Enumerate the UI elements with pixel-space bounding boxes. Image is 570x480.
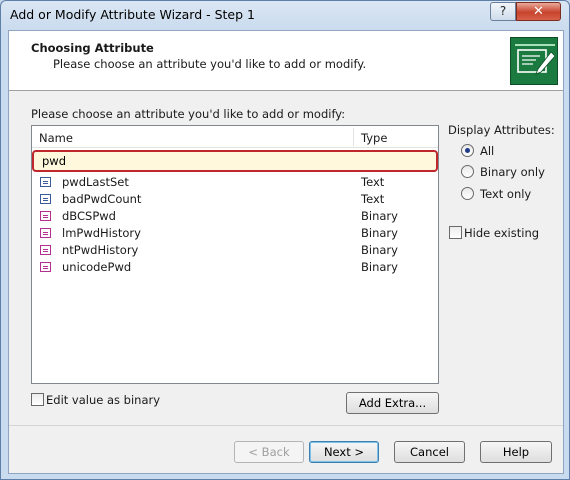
text-attribute-icon <box>40 194 51 204</box>
next-button[interactable]: Next > <box>309 441 379 463</box>
close-icon[interactable]: ✕ <box>516 2 561 21</box>
radio-label[interactable]: Binary only <box>480 165 545 179</box>
attribute-name: dBCSPwd <box>62 209 116 223</box>
cancel-button[interactable]: Cancel <box>394 441 465 463</box>
binary-attribute-icon <box>40 228 51 238</box>
help-button[interactable]: Help <box>480 441 552 463</box>
list-item[interactable]: pwdLastSet Text <box>32 174 438 191</box>
column-divider[interactable] <box>353 128 354 146</box>
wizard-window: Add or Modify Attribute Wizard - Step 1 … <box>0 0 570 480</box>
radio-label[interactable]: Text only <box>480 187 531 201</box>
attribute-type: Binary <box>361 243 398 257</box>
radio-button-selected[interactable] <box>461 144 474 157</box>
window-title: Add or Modify Attribute Wizard - Step 1 <box>10 7 255 22</box>
attribute-name: lmPwdHistory <box>62 226 141 240</box>
column-header-name[interactable]: Name <box>39 131 73 145</box>
radio-label[interactable]: All <box>480 144 494 158</box>
checkbox[interactable] <box>449 226 462 239</box>
binary-attribute-icon <box>40 211 51 221</box>
list-item[interactable]: dBCSPwd Binary <box>32 208 438 225</box>
checkbox[interactable] <box>31 393 44 406</box>
list-item[interactable]: badPwdCount Text <box>32 191 438 208</box>
page-title: Choosing Attribute <box>31 41 154 55</box>
column-header-type[interactable]: Type <box>361 131 387 145</box>
attribute-type: Binary <box>361 209 398 223</box>
checkbox-label[interactable]: Edit value as binary <box>46 393 160 407</box>
back-button[interactable]: < Back <box>234 441 304 463</box>
wizard-body: Choosing Attribute Please choose an attr… <box>8 30 564 474</box>
page-subtitle: Please choose an attribute you'd like to… <box>53 57 367 71</box>
radio-button[interactable] <box>461 187 474 200</box>
attribute-search-input[interactable] <box>32 150 438 172</box>
wizard-edit-icon <box>510 37 558 85</box>
attribute-type: Text <box>361 175 385 189</box>
radio-button[interactable] <box>461 165 474 178</box>
attribute-prompt: Please choose an attribute you'd like to… <box>31 107 346 121</box>
binary-attribute-icon <box>40 245 51 255</box>
wizard-header: Choosing Attribute Please choose an attr… <box>9 31 563 91</box>
footer-divider <box>9 425 563 426</box>
attribute-type: Binary <box>361 226 398 240</box>
list-item[interactable]: unicodePwd Binary <box>32 259 438 276</box>
attribute-name: pwdLastSet <box>62 175 129 189</box>
title-bar: Add or Modify Attribute Wizard - Step 1 … <box>1 1 569 29</box>
binary-attribute-icon <box>40 262 51 272</box>
list-item[interactable]: ntPwdHistory Binary <box>32 242 438 259</box>
help-icon[interactable]: ? <box>490 2 516 21</box>
attribute-type: Binary <box>361 260 398 274</box>
add-extra-button[interactable]: Add Extra... <box>346 392 439 414</box>
attribute-name: ntPwdHistory <box>62 243 139 257</box>
text-attribute-icon <box>40 177 51 187</box>
checkbox-label[interactable]: Hide existing <box>464 226 539 240</box>
attribute-type: Text <box>361 192 385 206</box>
attribute-list[interactable]: Name Type pwdLastSet Text badPwdCount Te… <box>31 125 439 384</box>
attribute-name: badPwdCount <box>62 192 142 206</box>
list-item[interactable]: lmPwdHistory Binary <box>32 225 438 242</box>
display-attributes-label: Display Attributes: <box>448 123 555 137</box>
list-header: Name Type <box>32 126 438 148</box>
attribute-name: unicodePwd <box>62 260 132 274</box>
attribute-rows: pwdLastSet Text badPwdCount Text dBCSPwd… <box>32 174 438 276</box>
